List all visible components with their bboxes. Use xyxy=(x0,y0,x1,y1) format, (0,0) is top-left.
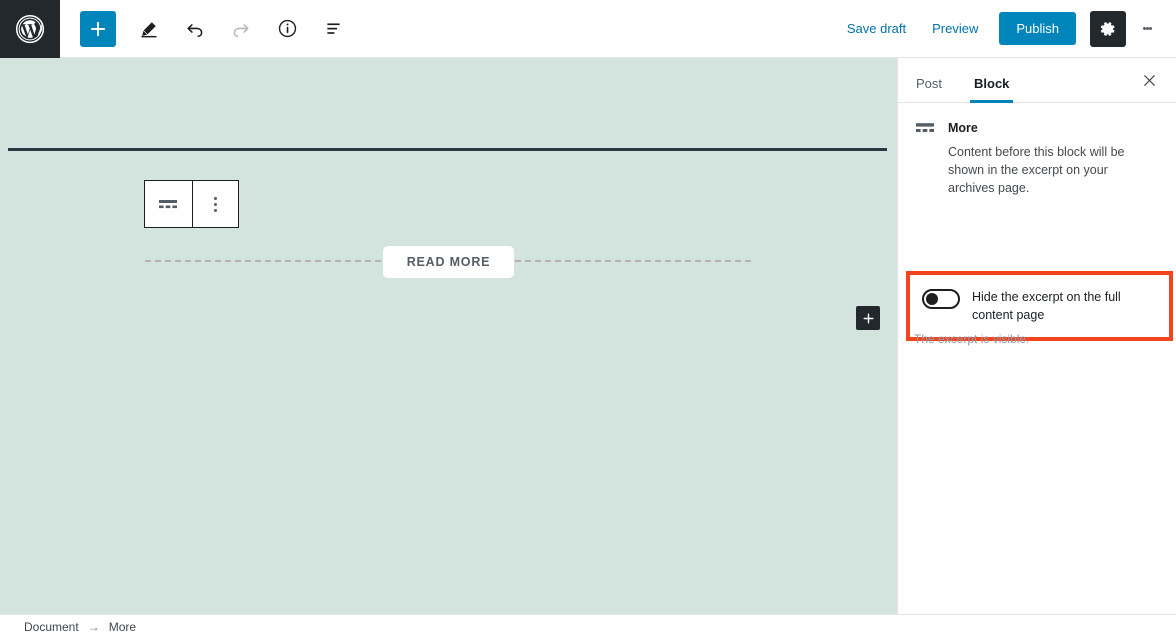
close-sidebar-button[interactable] xyxy=(1136,67,1162,93)
settings-sidebar: Post Block More Content before this bloc… xyxy=(897,58,1176,614)
preview-button[interactable]: Preview xyxy=(919,13,991,44)
breadcrumb-separator: → xyxy=(87,619,100,634)
sidebar-tabs: Post Block xyxy=(898,58,1176,103)
kebab-dot xyxy=(1148,27,1152,30)
hide-excerpt-toggle[interactable] xyxy=(922,289,960,309)
toolbar-right-group: Save draft Preview Publish xyxy=(834,10,1176,47)
breadcrumb-item-document[interactable]: Document xyxy=(24,620,79,634)
breadcrumb: Document → More xyxy=(0,614,1176,638)
hide-excerpt-help-text: The excerpt is visible. xyxy=(914,332,1030,346)
block-card: More Content before this block will be s… xyxy=(914,119,1156,197)
tab-block[interactable]: Block xyxy=(958,76,1025,103)
block-toolbar xyxy=(144,180,239,228)
post-title-divider xyxy=(8,148,887,151)
kebab-dot xyxy=(213,208,217,212)
block-type-button[interactable] xyxy=(145,181,192,227)
top-toolbar: Save draft Preview Publish xyxy=(0,0,1176,58)
more-block[interactable]: READ MORE xyxy=(0,242,897,282)
tab-post[interactable]: Post xyxy=(900,76,958,102)
info-circle-button[interactable] xyxy=(268,10,306,48)
close-x-icon xyxy=(1143,74,1155,86)
breadcrumb-item-more[interactable]: More xyxy=(109,620,136,634)
toggle-knob xyxy=(926,293,938,305)
edit-mode-button[interactable] xyxy=(130,10,168,48)
add-block-button[interactable] xyxy=(80,10,116,47)
kebab-dot xyxy=(213,202,217,206)
publish-button[interactable]: Publish xyxy=(999,12,1076,45)
read-more-label: READ MORE xyxy=(382,246,515,278)
save-draft-button[interactable]: Save draft xyxy=(834,13,919,44)
editor-canvas[interactable]: READ MORE xyxy=(0,58,897,614)
settings-gear-button[interactable] xyxy=(1090,10,1126,47)
block-inspector: More Content before this block will be s… xyxy=(898,103,1176,346)
more-block-icon xyxy=(914,119,938,140)
hide-excerpt-toggle-label: Hide the excerpt on the full content pag… xyxy=(972,290,1121,322)
kebab-dot xyxy=(213,196,217,200)
editor-root: Save draft Preview Publish READ MORE Pos… xyxy=(0,0,1176,638)
block-card-text: More Content before this block will be s… xyxy=(948,119,1140,197)
undo-button[interactable] xyxy=(176,10,214,48)
redo-button[interactable] xyxy=(222,10,260,48)
wordpress-logo-icon[interactable] xyxy=(0,0,60,58)
block-options-button[interactable] xyxy=(191,181,238,227)
more-options-button[interactable] xyxy=(1132,11,1162,47)
block-description: Content before this block will be shown … xyxy=(948,145,1125,195)
block-navigation-button[interactable] xyxy=(314,10,352,48)
block-title: More xyxy=(948,121,978,135)
more-block-icon xyxy=(159,200,178,209)
toolbar-left-group xyxy=(60,10,360,48)
canvas-inserter-button[interactable] xyxy=(856,306,880,330)
